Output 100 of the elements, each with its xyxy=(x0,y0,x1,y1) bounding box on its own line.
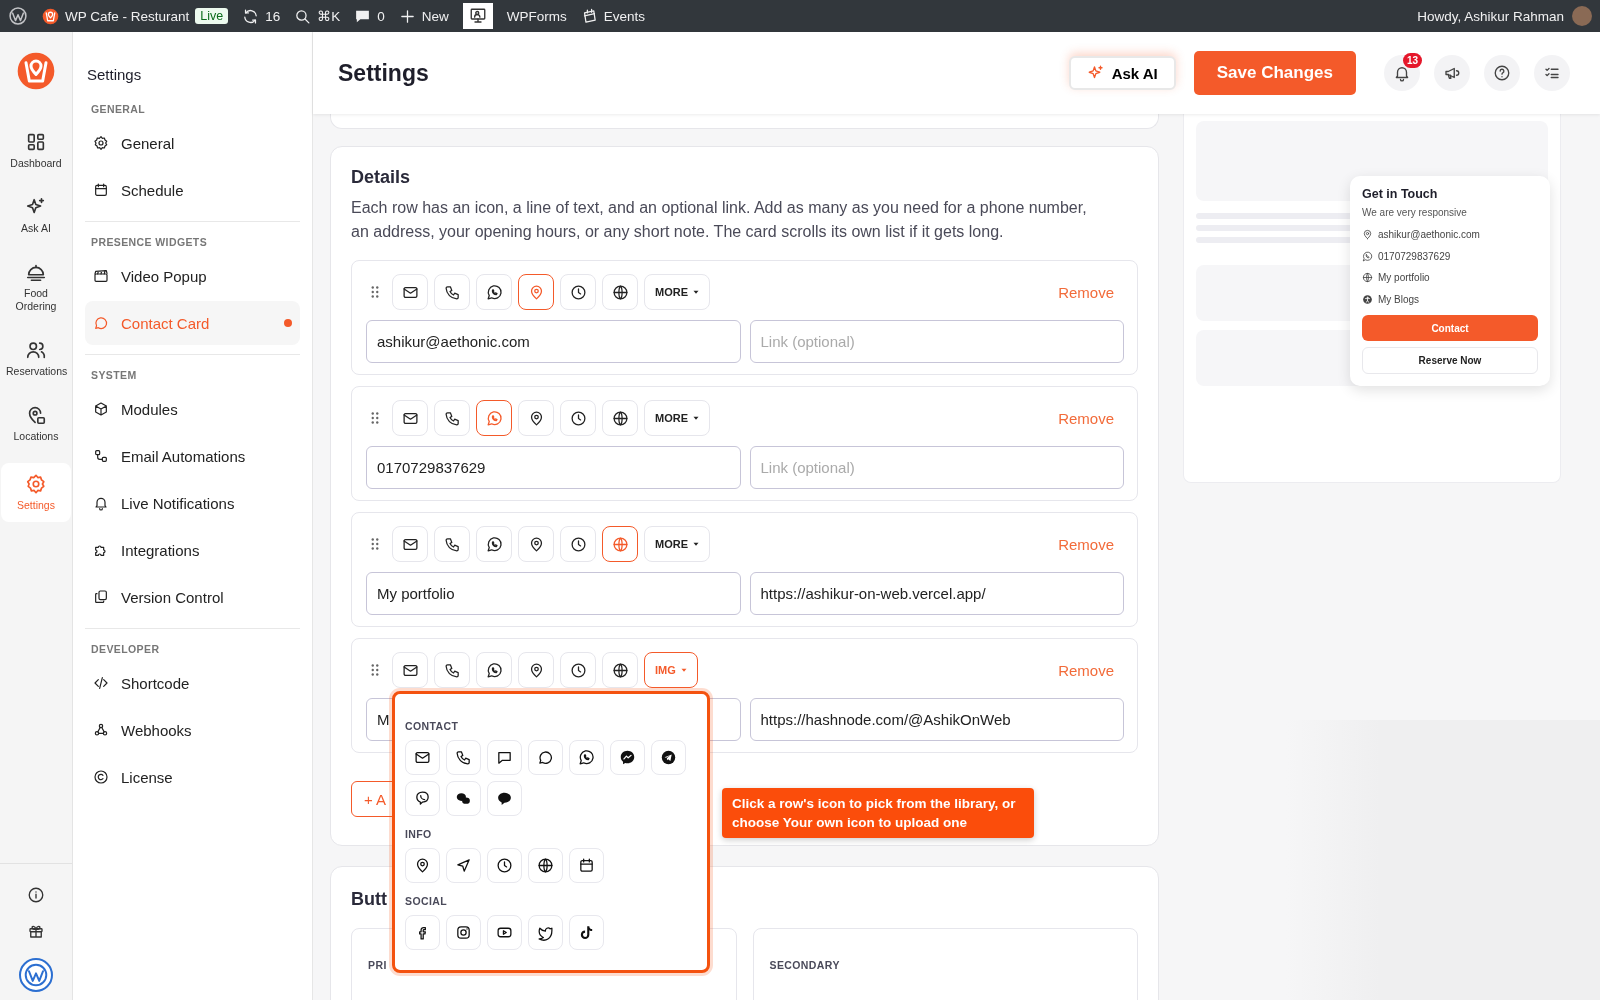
phone-icon xyxy=(443,661,461,679)
icon-option[interactable] xyxy=(569,915,604,950)
calendar-icon xyxy=(93,182,109,198)
sidebar-item[interactable]: Webhooks xyxy=(85,708,300,752)
text-field[interactable]: ashikur@aethonic.com xyxy=(366,320,741,363)
icon-option[interactable] xyxy=(446,740,481,775)
sidebar-item[interactable]: Schedule xyxy=(85,168,300,212)
icon-option[interactable] xyxy=(446,848,481,883)
icon-option[interactable] xyxy=(405,781,440,816)
comments-link[interactable]: 0 xyxy=(354,7,385,25)
globe-icon xyxy=(611,535,629,553)
greeting-text[interactable]: Howdy, Ashikur Rahman xyxy=(1417,8,1564,24)
icon-option[interactable] xyxy=(446,781,481,816)
live-badge: Live xyxy=(195,8,229,24)
speech-bubble-icon xyxy=(537,749,554,766)
wordpress-menu[interactable] xyxy=(8,6,28,26)
code-icon xyxy=(93,675,109,691)
notifications-button[interactable]: 13 xyxy=(1384,55,1420,91)
link-field[interactable]: Link (optional) xyxy=(749,320,1124,363)
icon-option[interactable] xyxy=(569,740,604,775)
icon-option[interactable] xyxy=(405,915,440,950)
icon-option[interactable] xyxy=(528,848,563,883)
link-field[interactable]: Link (optional) xyxy=(749,446,1124,489)
bell-icon xyxy=(1393,64,1411,82)
help-icon xyxy=(1493,64,1511,82)
link-field[interactable]: https://hashnode.com/@AshikOnWeb xyxy=(749,698,1124,741)
location-pin-icon xyxy=(1362,229,1373,241)
help-button[interactable] xyxy=(1484,55,1520,91)
sidebar-item[interactable]: Integrations xyxy=(85,528,300,572)
more-icons-button[interactable]: MORE xyxy=(644,400,710,436)
rail-item[interactable]: Reservations xyxy=(1,333,71,384)
icon-option[interactable] xyxy=(446,915,481,950)
checklist-button[interactable] xyxy=(1534,55,1570,91)
settings-icon xyxy=(25,473,47,495)
site-link[interactable]: WP Cafe - Resturant xyxy=(42,7,190,25)
sidebar-item[interactable]: Shortcode xyxy=(85,661,300,705)
events-link[interactable]: Events xyxy=(580,7,646,25)
icon-option[interactable] xyxy=(487,915,522,950)
reserve-button[interactable]: Reserve Now xyxy=(1362,347,1538,374)
icon-option[interactable] xyxy=(487,740,522,775)
icon-option[interactable] xyxy=(405,848,440,883)
sidebar-item[interactable]: General xyxy=(85,121,300,165)
link-field[interactable]: https://ashikur-on-web.vercel.app/ xyxy=(749,572,1124,615)
clapperboard-icon xyxy=(93,268,109,284)
speech-bubble-icon xyxy=(93,315,109,331)
sidebar-item[interactable]: Modules xyxy=(85,387,300,431)
sidebar-item[interactable]: Live Notifications xyxy=(85,481,300,525)
wordpress-button[interactable] xyxy=(19,958,53,992)
avatar[interactable] xyxy=(1572,6,1592,26)
rail-item[interactable]: Locations xyxy=(1,398,71,449)
admin-bar-link[interactable]: WPForms xyxy=(506,8,567,24)
sidebar-item[interactable]: Video Popup xyxy=(85,254,300,298)
icon-option[interactable] xyxy=(651,740,686,775)
panel-label: PRI xyxy=(368,959,387,971)
icon-option[interactable] xyxy=(528,915,563,950)
group-heading: GENERAL xyxy=(90,102,147,117)
text-field[interactable]: 0170729837629 xyxy=(366,446,741,489)
wechat-icon xyxy=(455,790,472,807)
phone-icon xyxy=(443,409,461,427)
picker-heading: SOCIAL xyxy=(405,895,449,907)
whatsapp-icon xyxy=(485,409,503,427)
sidebar-title: Settings xyxy=(86,66,143,83)
icon-option[interactable] xyxy=(569,848,604,883)
phone-icon xyxy=(443,283,461,301)
more-icons-button[interactable]: MORE xyxy=(644,274,710,310)
contact-line: ashikur@aethonic.com xyxy=(1378,229,1480,241)
picker-heading: CONTACT xyxy=(405,720,460,732)
rail-item[interactable]: Food Ordering xyxy=(1,255,71,319)
icon-option[interactable] xyxy=(487,781,522,816)
globe-icon xyxy=(611,661,629,679)
workflow-icon xyxy=(93,448,109,464)
sidebar-item[interactable]: License xyxy=(85,755,300,799)
search-link[interactable]: ⌘K xyxy=(294,7,341,25)
whatsapp-icon xyxy=(485,283,503,301)
updates-link[interactable]: 16 xyxy=(242,7,281,25)
more-icons-button[interactable]: MORE xyxy=(644,526,710,562)
sidebar-item[interactable]: Version Control xyxy=(85,575,300,619)
monitor-menu[interactable] xyxy=(462,3,493,29)
rail-item[interactable]: Dashboard xyxy=(1,125,71,176)
section-description: Each row has an icon, a line of text, and an optional link. Add as many as you need for a phone number, an address, your opening hours, or any short note. The card scrolls its own list if it gets long. xyxy=(351,198,1088,242)
announcements-button[interactable] xyxy=(1434,55,1470,91)
mail-icon xyxy=(414,749,431,766)
new-link[interactable]: New xyxy=(398,7,449,25)
section-title: Details xyxy=(351,167,411,188)
ask-ai-button[interactable]: Ask AI xyxy=(1068,56,1176,90)
icon-option[interactable] xyxy=(487,848,522,883)
info-button[interactable] xyxy=(27,886,45,904)
instagram-icon xyxy=(455,924,472,941)
icon-option[interactable] xyxy=(528,740,563,775)
icon-option[interactable] xyxy=(610,740,645,775)
navigation-arrow-icon xyxy=(455,857,472,874)
app-logo[interactable] xyxy=(16,51,56,91)
rail-item[interactable]: Ask AI xyxy=(1,190,71,241)
whatsapp-icon xyxy=(1362,250,1373,262)
tiktok-icon xyxy=(578,924,595,941)
contact-line: My portfolio xyxy=(1378,272,1430,284)
icon-option[interactable] xyxy=(405,740,440,775)
sidebar-item[interactable]: Email Automations xyxy=(85,434,300,478)
contact-line: 0170729837629 xyxy=(1378,250,1451,262)
text-field[interactable]: My portfolio xyxy=(366,572,741,615)
